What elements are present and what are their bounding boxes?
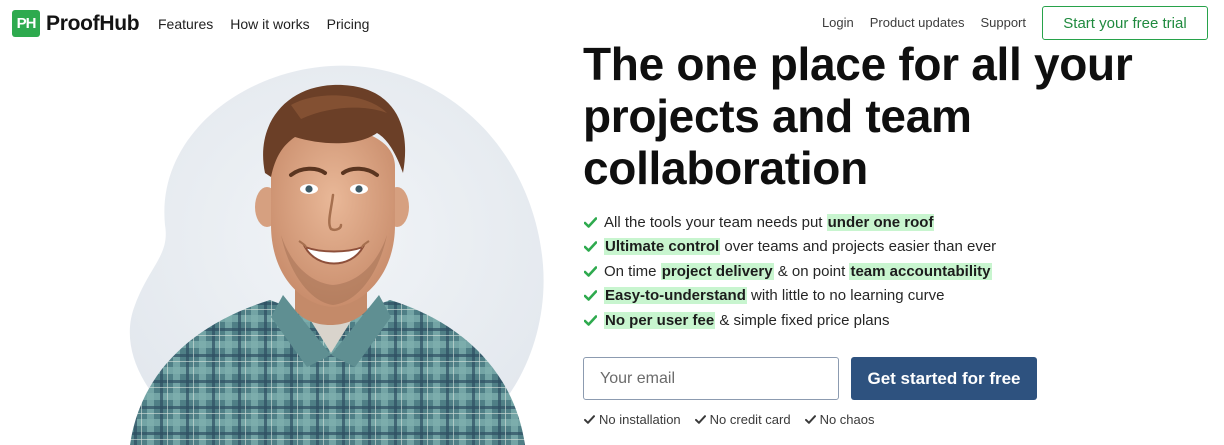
feature-text: All the tools your team needs put [604, 213, 827, 231]
feature-text: over teams and projects easier than ever [720, 238, 997, 256]
perk-item: No installation [584, 412, 681, 427]
smiling-man-illustration [129, 65, 544, 445]
nav-pricing-link[interactable]: Pricing [327, 16, 370, 32]
feature-highlight: project delivery [660, 262, 774, 280]
feature-item: No per user fee & simple fixed price pla… [584, 308, 996, 333]
feature-list: All the tools your team needs put under … [584, 210, 996, 333]
hero-headline: The one place for all your projects and … [583, 38, 1133, 194]
nav-support-link[interactable]: Support [980, 15, 1026, 30]
proofhub-logo[interactable]: PH ProofHub [12, 10, 140, 37]
primary-nav: Features How it works Pricing [158, 16, 369, 32]
perk-list: No installation No credit card No chaos [584, 412, 875, 427]
feature-highlight: Easy-to-understand [604, 287, 747, 305]
feature-item: Easy-to-understand with little to no lea… [584, 284, 996, 309]
logo-badge: PH [12, 10, 40, 37]
feature-highlight: No per user fee [604, 311, 716, 329]
feature-highlight: Ultimate control [604, 238, 721, 256]
feature-highlight: under one roof [826, 213, 935, 231]
feature-highlight: team accountability [849, 262, 992, 280]
feature-item: All the tools your team needs put under … [584, 210, 996, 235]
feature-text: with little to no learning curve [746, 287, 945, 305]
perk-item: No chaos [804, 412, 875, 427]
feature-text: On time [604, 262, 661, 280]
check-icon [584, 216, 598, 228]
feature-text: & simple fixed price plans [715, 311, 890, 329]
check-icon [584, 314, 598, 326]
feature-item: On time project delivery & on point team… [584, 259, 996, 284]
check-icon [584, 241, 598, 253]
nav-how-it-works-link[interactable]: How it works [230, 16, 309, 32]
check-icon [694, 415, 706, 424]
secondary-nav: Login Product updates Support [822, 15, 1026, 30]
check-icon [584, 290, 598, 302]
perk-label: No chaos [819, 412, 875, 427]
feature-text: & on point [773, 262, 850, 280]
perk-label: No credit card [709, 412, 791, 427]
nav-features-link[interactable]: Features [158, 16, 213, 32]
get-started-button[interactable]: Get started for free [851, 357, 1037, 400]
start-free-trial-button[interactable]: Start your free trial [1042, 6, 1208, 40]
check-icon [584, 415, 595, 424]
logo-text: ProofHub [46, 11, 140, 35]
hero-image [95, 55, 565, 445]
feature-item: Ultimate control over teams and projects… [584, 235, 996, 260]
check-icon [584, 265, 598, 277]
check-icon [804, 415, 816, 424]
perk-item: No credit card [694, 412, 791, 427]
perk-label: No installation [599, 412, 681, 427]
nav-product-updates-link[interactable]: Product updates [870, 15, 965, 30]
nav-login-link[interactable]: Login [822, 15, 854, 30]
email-input[interactable] [583, 357, 839, 400]
